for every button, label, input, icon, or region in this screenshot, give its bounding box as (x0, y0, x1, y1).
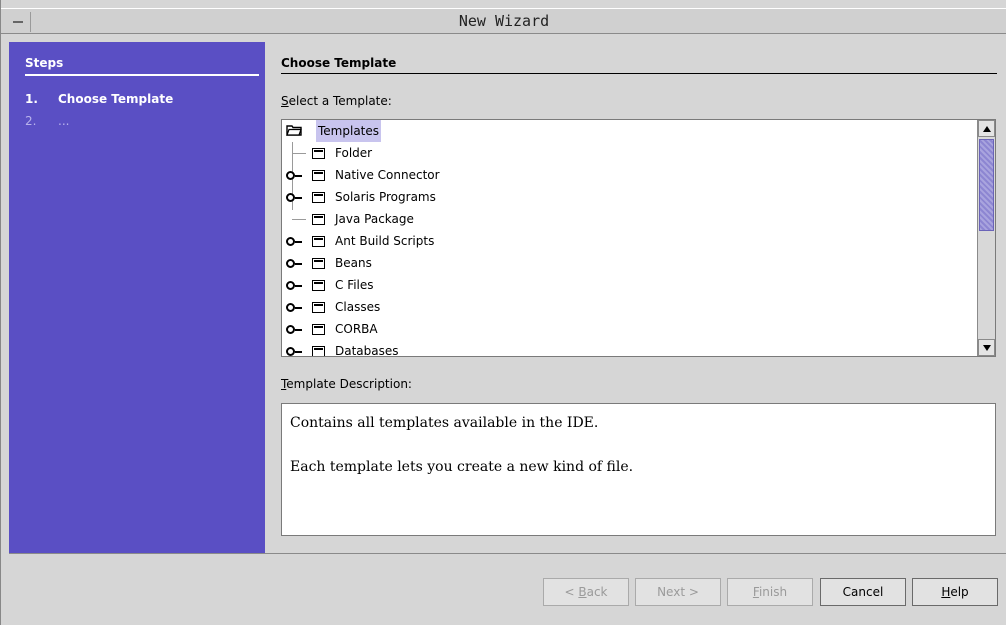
folder-icon (312, 148, 325, 159)
tree-item-databases[interactable]: Databases (282, 340, 977, 357)
folder-icon (312, 324, 325, 335)
help-button[interactable]: Help (912, 578, 998, 606)
template-tree[interactable]: Templates Folder Native Connector Solari… (281, 119, 996, 357)
title-bar: New Wizard (1, 8, 1006, 34)
tree-leaf-line (292, 153, 306, 154)
expand-toggle-icon[interactable] (286, 171, 302, 180)
page-title: Choose Template (281, 56, 397, 70)
tree-item-label: Databases (335, 344, 399, 357)
tree-item-c-files[interactable]: C Files (282, 274, 977, 296)
button-bar-divider (9, 553, 1006, 554)
tree-item-folder[interactable]: Folder (282, 142, 977, 164)
step-choose-template: 1. Choose Template (25, 92, 173, 106)
tree-item-classes[interactable]: Classes (282, 296, 977, 318)
step-label: Choose Template (58, 92, 174, 106)
title-divider (281, 73, 997, 74)
mnemonic: S (281, 94, 289, 108)
scroll-down-icon[interactable] (978, 339, 995, 356)
expand-toggle-icon[interactable] (286, 237, 302, 246)
description-line: Contains all templates available in the … (290, 415, 599, 431)
tree-item-label: Java Package (335, 212, 414, 226)
folder-icon (312, 192, 325, 203)
expand-toggle-icon[interactable] (286, 303, 302, 312)
folder-icon (312, 170, 325, 181)
select-template-label: Select a Template: (281, 94, 392, 108)
template-description-box: Contains all templates available in the … (281, 403, 996, 536)
tree-item-label: Native Connector (335, 168, 440, 182)
folder-icon (312, 346, 325, 356)
expand-toggle-icon[interactable] (286, 347, 302, 356)
tree-item-java-package[interactable]: Java Package (282, 208, 977, 230)
tree-item-ant-build-scripts[interactable]: Ant Build Scripts (282, 230, 977, 252)
tree-item-label: Templates (316, 120, 382, 142)
description-line: Each template lets you create a new kind… (290, 459, 634, 475)
back-button[interactable]: < Back (543, 578, 629, 606)
cancel-button[interactable]: Cancel (820, 578, 906, 606)
folder-icon (312, 280, 325, 291)
label-text: elect a Template: (288, 94, 392, 108)
mnemonic: B (578, 585, 587, 599)
finish-button[interactable]: Finish (727, 578, 813, 606)
tree-item-label: Classes (335, 300, 381, 314)
next-button[interactable]: Next > (635, 578, 721, 606)
tree-item-native-connector[interactable]: Native Connector (282, 164, 977, 186)
folder-icon (312, 214, 325, 225)
steps-header: Steps (25, 56, 64, 70)
scroll-thumb[interactable] (979, 139, 994, 231)
step-number: 2. (25, 114, 37, 128)
tree-item-label: C Files (335, 278, 374, 292)
tree-scrollbar[interactable] (977, 120, 995, 356)
template-description-label: Template Description: (281, 377, 412, 391)
open-folder-icon (286, 125, 302, 136)
tree-item-label: Ant Build Scripts (335, 234, 435, 248)
window-title: New Wizard (458, 12, 550, 30)
steps-panel: Steps 1. Choose Template 2.... (9, 42, 265, 553)
step-label: ... (58, 114, 70, 128)
tree-root-templates[interactable]: Templates (282, 120, 977, 142)
step-next: 2.... (25, 114, 69, 128)
button-text: ack (586, 585, 608, 599)
folder-icon (312, 236, 325, 247)
mnemonic: H (941, 585, 951, 599)
folder-icon (312, 258, 325, 269)
expand-toggle-icon[interactable] (286, 259, 302, 268)
tree-item-solaris-programs[interactable]: Solaris Programs (282, 186, 977, 208)
step-number: 1. (25, 92, 38, 106)
expand-toggle-icon[interactable] (286, 281, 302, 290)
button-text: < (564, 585, 579, 599)
tree-item-beans[interactable]: Beans (282, 252, 977, 274)
button-text: elp (950, 585, 969, 599)
label-text: emplate Description: (286, 377, 412, 391)
tree-leaf-line (292, 219, 306, 220)
folder-icon (312, 302, 325, 313)
tree-item-label: Folder (335, 146, 373, 160)
expand-toggle-icon[interactable] (286, 193, 302, 202)
tree-item-corba[interactable]: CORBA (282, 318, 977, 340)
scroll-up-icon[interactable] (978, 120, 995, 137)
button-text: inish (758, 585, 788, 599)
tree-item-label: Solaris Programs (335, 190, 436, 204)
expand-toggle-icon[interactable] (286, 325, 302, 334)
steps-divider (25, 74, 259, 76)
tree-item-label: Beans (335, 256, 372, 270)
wizard-window: New Wizard Steps 1. Choose Template 2....… (0, 0, 1006, 625)
tree-item-label: CORBA (335, 322, 378, 336)
